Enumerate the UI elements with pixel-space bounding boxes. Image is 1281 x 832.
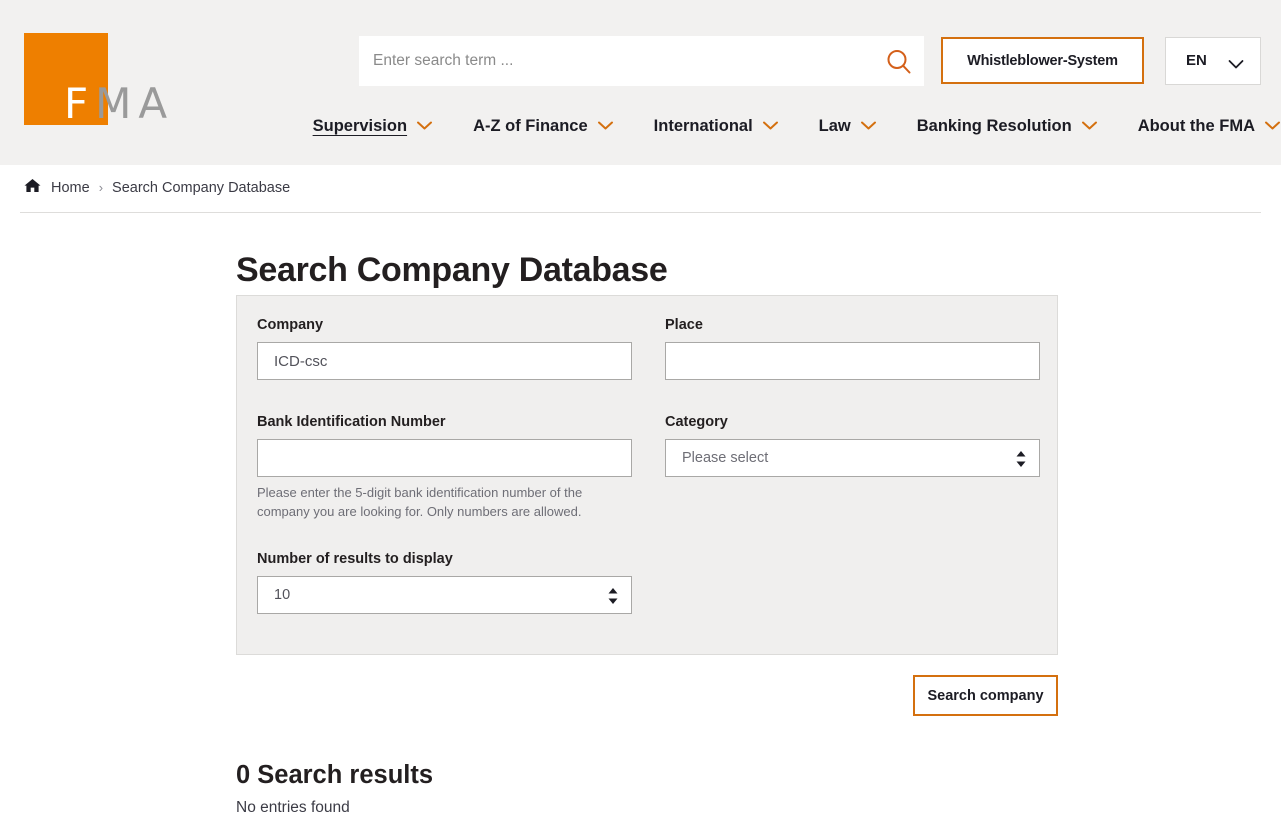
bank-identification-number-label: Bank Identification Number — [257, 414, 446, 430]
no-entries-found-message: No entries found — [236, 799, 350, 816]
whistleblower-system-button[interactable]: Whistleblower-System — [941, 37, 1144, 84]
number-of-results-select[interactable]: 10 — [257, 576, 632, 614]
search-input[interactable] — [359, 36, 869, 86]
search-company-button[interactable]: Search company — [913, 675, 1058, 716]
chevron-down-icon — [1228, 57, 1244, 75]
chevron-down-icon — [416, 117, 433, 136]
main-navigation: Supervision A-Z of Finance International… — [0, 106, 1281, 146]
page-title: Search Company Database — [236, 250, 668, 289]
chevron-down-icon — [1264, 117, 1281, 136]
nav-item-banking-resolution[interactable]: Banking Resolution — [917, 117, 1098, 136]
nav-item-law[interactable]: Law — [819, 117, 877, 136]
nav-item-about-the-fma-label: About the FMA — [1137, 116, 1255, 135]
category-field-label: Category — [665, 414, 728, 430]
company-field-label: Company — [257, 317, 324, 333]
breadcrumb-divider — [20, 212, 1261, 213]
nav-item-about-the-fma[interactable]: About the FMA — [1138, 117, 1281, 136]
company-search-form: Company Place Bank Identification Number… — [236, 295, 1058, 655]
breadcrumb-bar: Home › Search Company Database — [0, 165, 1281, 213]
nav-item-law-label: Law — [818, 116, 851, 135]
home-icon[interactable] — [24, 178, 41, 197]
site-header: FMA Whistleblower-System EN Supervision — [0, 0, 1281, 165]
breadcrumb-current-page: Search Company Database — [112, 179, 291, 196]
number-of-results-selected-value: 10 — [274, 587, 291, 603]
place-field-label: Place — [665, 317, 703, 333]
nav-item-banking-resolution-label: Banking Resolution — [916, 116, 1072, 135]
place-input[interactable] — [665, 342, 1040, 380]
breadcrumb: Home › Search Company Database — [24, 178, 290, 197]
company-input[interactable] — [257, 342, 632, 380]
category-select[interactable]: Please select — [665, 439, 1040, 477]
nav-item-a-z-of-finance[interactable]: A-Z of Finance — [473, 117, 614, 136]
search-submit-button[interactable] — [884, 47, 914, 77]
nav-item-international-label: International — [653, 116, 753, 135]
search-results-heading: 0 Search results — [236, 761, 434, 790]
search-icon — [887, 50, 911, 74]
bank-identification-number-input[interactable] — [257, 439, 632, 477]
number-of-results-label: Number of results to display — [257, 551, 453, 567]
chevron-down-icon — [762, 117, 779, 136]
chevron-down-icon — [860, 117, 877, 136]
header-search-box — [359, 36, 924, 86]
sort-arrows-icon — [1015, 450, 1027, 473]
sort-arrows-icon — [607, 587, 619, 610]
breadcrumb-home-link[interactable]: Home — [51, 180, 90, 196]
bank-identification-number-help-text: Please enter the 5-digit bank identifica… — [257, 485, 583, 519]
category-selected-value: Please select — [682, 450, 769, 466]
language-selected-label: EN — [1186, 52, 1207, 69]
nav-item-supervision-label: Supervision — [312, 116, 408, 135]
chevron-down-icon — [597, 117, 614, 136]
language-selector[interactable]: EN — [1165, 37, 1261, 85]
chevron-down-icon — [1081, 117, 1098, 136]
nav-item-international[interactable]: International — [654, 117, 779, 136]
breadcrumb-separator: › — [98, 180, 104, 195]
nav-item-a-z-of-finance-label: A-Z of Finance — [473, 116, 588, 135]
nav-item-supervision[interactable]: Supervision — [313, 117, 433, 136]
